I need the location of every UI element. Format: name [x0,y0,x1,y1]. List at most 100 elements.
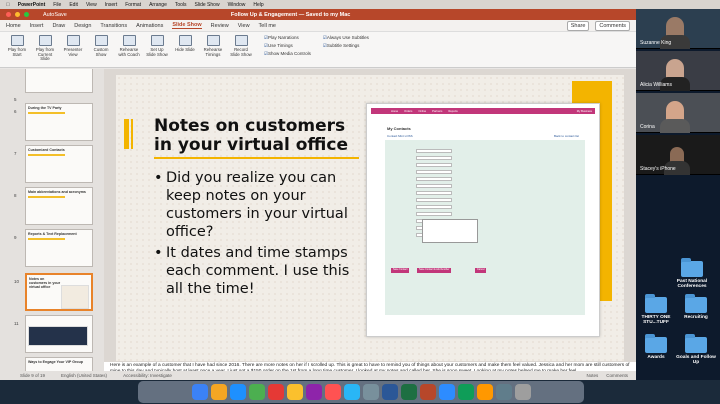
tell-me-search[interactable]: Tell me [259,23,276,29]
participant-tile[interactable]: Alicia Williams [636,51,720,91]
slide-thumbnail[interactable] [25,315,93,353]
comments-toggle[interactable]: Comments [606,373,628,378]
powerpoint-icon[interactable] [419,384,436,400]
language-status[interactable]: English (United States) [61,373,107,378]
presenter-icon [66,35,80,46]
notes-app-icon[interactable] [286,384,303,400]
chrome-icon[interactable] [457,384,474,400]
rehearse-coach-button[interactable]: Rehearse with Coach [118,35,140,57]
participant-tile[interactable]: Suzanne King [636,9,720,49]
record-slideshow-button[interactable]: Record Slide Show [230,35,252,57]
launchpad-icon[interactable] [210,384,227,400]
menu-window[interactable]: Window [228,2,246,8]
thumb-number: 8 [14,193,17,198]
preview-icon[interactable] [476,384,493,400]
screenshot-notes-box [422,219,478,243]
screenshot-back-link: Back to contact list [553,134,579,138]
always-subtitles-checkbox[interactable]: Always Use Subtitles [323,35,369,41]
tab-review[interactable]: Review [211,23,229,29]
tab-slideshow[interactable]: Slide Show [172,22,202,29]
desktop-folder[interactable]: THIRTY ONE STU...TUFF [636,294,676,325]
use-timings-checkbox[interactable]: Use Timings [264,43,311,49]
tab-insert[interactable]: Insert [30,23,44,29]
trash-icon[interactable] [514,384,531,400]
minimize-window-icon[interactable] [15,12,20,17]
participant-tile[interactable]: Corina [636,93,720,133]
calendar-icon[interactable] [267,384,284,400]
slide-title[interactable]: Notes on customers in your virtual offic… [154,117,354,155]
custom-show-button[interactable]: Custom Show [90,35,112,57]
tab-transitions[interactable]: Transitions [100,23,127,29]
thumb-number: 9 [14,235,17,240]
slide-thumbnail-selected[interactable]: Notes on customers in your virtual offic… [25,273,93,311]
desktop-folder[interactable]: Recruiting [676,294,716,320]
share-button[interactable]: Share [566,20,590,31]
screenshot-form [385,140,585,315]
slide-thumbnail[interactable]: Main abbreviations and acronyms [25,187,93,225]
play-narrations-checkbox[interactable]: Play Narrations [264,35,311,41]
messages-icon[interactable] [248,384,265,400]
desktop-folder[interactable]: Awards [636,334,676,360]
downloads-icon[interactable] [495,384,512,400]
rehearse-timings-button[interactable]: Rehearse Timings [202,35,224,57]
safari-icon[interactable] [229,384,246,400]
hide-slide-icon [178,35,192,46]
tab-view[interactable]: View [238,23,250,29]
menu-help[interactable]: Help [253,2,263,8]
play-from-start-button[interactable]: Play from Start [6,35,28,57]
autosave-label[interactable]: AutoSave [43,12,67,18]
tab-draw[interactable]: Draw [52,23,65,29]
app-store-icon[interactable] [343,384,360,400]
desktop-folder[interactable]: Goals and Follow Up [676,334,716,365]
word-icon[interactable] [381,384,398,400]
excel-icon[interactable] [400,384,417,400]
desktop:  PowerPoint File Edit View Insert Forma… [0,0,720,404]
tab-home[interactable]: Home [6,23,21,29]
slide-counter: Slide 9 of 19 [20,373,46,378]
zoom-participants-panel: Suzanne King Alicia Williams Corina Stac… [636,9,720,380]
close-window-icon[interactable] [6,12,11,17]
folder-icon [645,294,667,313]
music-icon[interactable] [324,384,341,400]
notes-toggle[interactable]: Notes [586,373,598,378]
title-underline [154,157,359,159]
menu-view[interactable]: View [86,2,97,8]
accessibility-status[interactable]: Accessibility: Investigate [123,373,172,378]
subtitle-settings-dropdown[interactable]: Subtitle Settings [323,43,369,49]
slide-thumbnail[interactable] [25,69,93,93]
settings-icon[interactable] [362,384,379,400]
menu-file[interactable]: File [53,2,61,8]
finder-icon[interactable] [191,384,208,400]
contact-screenshot-image[interactable]: Home Orders Online Partners Reports My B… [366,103,600,337]
slide-thumbnail[interactable]: During the TV Party [25,103,93,141]
menubar-app-name[interactable]: PowerPoint [18,2,46,8]
participant-tile[interactable]: Stacey's iPhone [636,135,720,175]
menu-slideshow[interactable]: Slide Show [195,2,220,8]
slide-bullets[interactable]: Did you realize you can keep notes on yo… [154,169,354,300]
hide-slide-button[interactable]: Hide Slide [174,35,196,53]
zoom-icon[interactable] [438,384,455,400]
play-from-current-button[interactable]: Play from Current Slide [34,35,56,62]
slide-thumbnails-pane: 5 6 During the TV Party 7 Customized Con… [0,69,104,371]
podcasts-icon[interactable] [305,384,322,400]
desktop-folder[interactable]: Past National Conferences [672,258,712,289]
slide-thumbnail[interactable]: Ways to Engage Your VIP Group [25,357,93,371]
menu-insert[interactable]: Insert [105,2,118,8]
apple-icon[interactable]:  [6,2,10,8]
slide-thumbnail[interactable]: Reports & Text Replacement [25,229,93,267]
tab-design[interactable]: Design [74,23,91,29]
current-slide[interactable]: Notes on customers in your virtual offic… [116,75,624,361]
slide-canvas: Notes on customers in your virtual offic… [104,69,636,362]
show-media-controls-checkbox[interactable]: Show Media Controls [264,51,311,57]
presenter-view-button[interactable]: Presenter View [62,35,84,57]
menu-edit[interactable]: Edit [69,2,78,8]
slide-thumbnail[interactable]: Customized Contacts [25,145,93,183]
menu-arrange[interactable]: Arrange [149,2,167,8]
setup-slideshow-button[interactable]: Set Up Slide Show [146,35,168,57]
tab-animations[interactable]: Animations [136,23,163,29]
zoom-window-icon[interactable] [24,12,29,17]
comments-button[interactable]: Comments [595,20,630,31]
menu-tools[interactable]: Tools [175,2,187,8]
thumb-number: 11 [14,321,19,326]
menu-format[interactable]: Format [125,2,141,8]
